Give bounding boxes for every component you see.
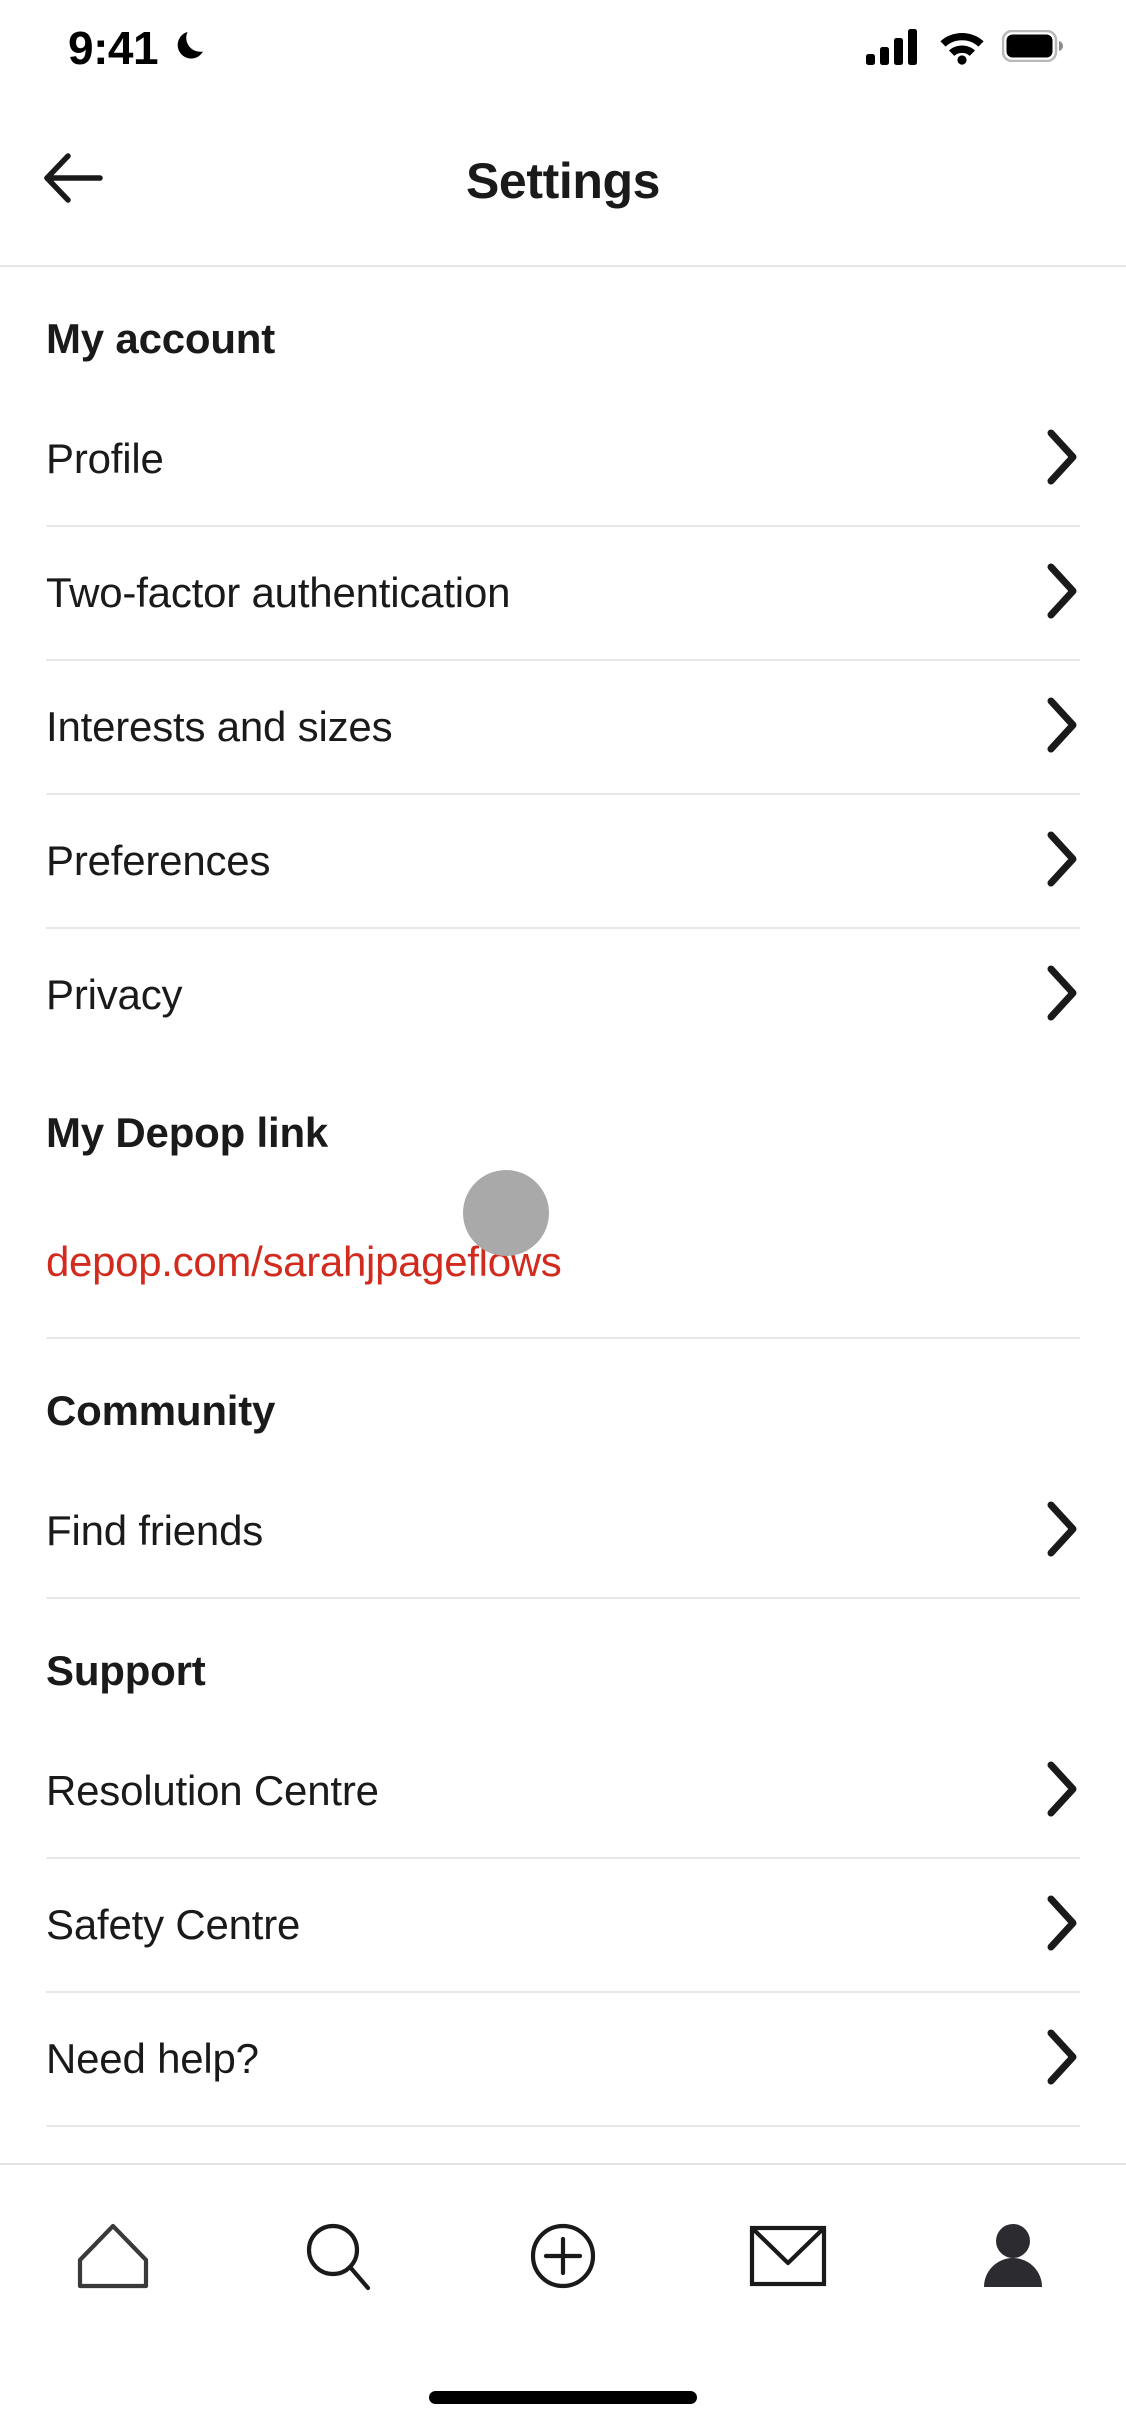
chevron-right-icon <box>1044 964 1080 1027</box>
moon-icon <box>172 26 212 71</box>
section-support: Support Resolution Centre Safety Centre … <box>0 1599 1126 2127</box>
app-screen: 9:41 Settings My account Profile Two-fac… <box>0 0 1126 2436</box>
chevron-right-icon <box>1044 1894 1080 1957</box>
search-icon <box>300 2218 376 2299</box>
chevron-right-icon <box>1044 1760 1080 1823</box>
row-label: Two-factor authentication <box>46 569 511 616</box>
row-label: Need help? <box>46 2035 259 2082</box>
tab-profile[interactable] <box>901 2165 1126 2351</box>
battery-icon <box>1001 29 1064 67</box>
status-bar-left: 9:41 <box>68 25 212 71</box>
chevron-right-icon <box>1044 562 1080 625</box>
status-time: 9:41 <box>68 22 159 74</box>
section-my-depop-link: My Depop link depop.com/sarahjpageflows <box>0 1061 1126 1339</box>
tab-search[interactable] <box>225 2165 450 2351</box>
person-icon <box>976 2219 1050 2298</box>
settings-row-find-friends[interactable]: Find friends <box>0 1465 1126 1597</box>
settings-row-privacy[interactable]: Privacy <box>0 929 1126 1061</box>
depop-link-row[interactable]: depop.com/sarahjpageflows <box>0 1187 1126 1337</box>
page-title: Settings <box>465 152 661 209</box>
settings-content: My account Profile Two-factor authentica… <box>0 267 1126 2163</box>
plus-circle-icon <box>525 2218 601 2299</box>
section-my-account: My account Profile Two-factor authentica… <box>0 267 1126 1061</box>
tab-messages[interactable] <box>676 2165 901 2351</box>
row-label: Interests and sizes <box>46 703 393 750</box>
chevron-right-icon <box>1044 1500 1080 1563</box>
section-header-support: Support <box>46 1647 206 1694</box>
tab-home[interactable] <box>0 2165 225 2351</box>
tab-sell[interactable] <box>450 2165 675 2351</box>
chevron-right-icon <box>1044 830 1080 893</box>
row-label: Privacy <box>46 971 183 1018</box>
chevron-right-icon <box>1044 428 1080 491</box>
section-community: Community Find friends <box>0 1339 1126 1599</box>
section-header-my-account: My account <box>46 315 276 362</box>
home-indicator <box>429 2391 697 2404</box>
section-header-community: Community <box>46 1387 276 1434</box>
section-header-my-depop-link: My Depop link <box>46 1109 329 1156</box>
navigation-header: Settings <box>0 96 1126 267</box>
row-label: Safety Centre <box>46 1901 301 1948</box>
cellular-signal-icon <box>866 27 922 70</box>
home-icon <box>74 2220 152 2297</box>
row-label: Profile <box>46 435 164 482</box>
wifi-icon <box>937 27 987 70</box>
chevron-right-icon <box>1044 2028 1080 2091</box>
row-label: Preferences <box>46 837 271 884</box>
row-label: Find friends <box>46 1507 264 1554</box>
settings-row-profile[interactable]: Profile <box>0 393 1126 525</box>
settings-row-resolution-centre[interactable]: Resolution Centre <box>0 1725 1126 1857</box>
bottom-tab-bar <box>0 2163 1126 2436</box>
envelope-icon <box>748 2223 828 2294</box>
status-bar: 9:41 <box>0 0 1126 96</box>
settings-row-need-help[interactable]: Need help? <box>0 1993 1126 2125</box>
settings-row-safety-centre[interactable]: Safety Centre <box>0 1859 1126 1991</box>
chevron-right-icon <box>1044 696 1080 759</box>
settings-row-two-factor-authentication[interactable]: Two-factor authentication <box>0 527 1126 659</box>
depop-link-text[interactable]: depop.com/sarahjpageflows <box>46 1238 562 1286</box>
row-label: Resolution Centre <box>46 1767 379 1814</box>
settings-row-preferences[interactable]: Preferences <box>0 795 1126 927</box>
tab-row <box>0 2165 1126 2351</box>
settings-row-interests-and-sizes[interactable]: Interests and sizes <box>0 661 1126 793</box>
status-bar-right <box>866 27 1064 70</box>
row-divider <box>46 2125 1080 2127</box>
